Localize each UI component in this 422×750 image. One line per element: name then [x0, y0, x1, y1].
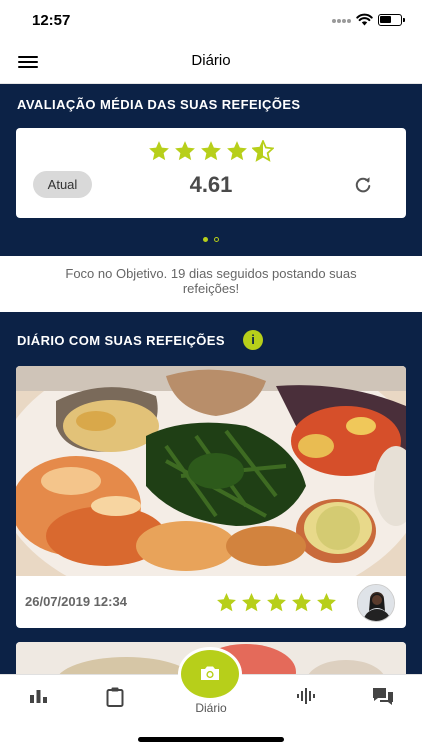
navigation-bar: Diário — [0, 40, 422, 84]
avatar-image — [358, 585, 394, 621]
status-time: 12:57 — [32, 12, 71, 29]
rating-section-title: AVALIAÇÃO MÉDIA DAS SUAS REFEIÇÕES — [17, 97, 301, 112]
streak-message: Foco no Objetivo. 19 dias seguidos posta… — [0, 256, 422, 312]
battery-icon — [378, 14, 405, 26]
status-bar: 12:57 — [0, 0, 422, 40]
cellular-signal-icon — [332, 18, 352, 24]
battery-level — [380, 16, 391, 23]
camera-icon — [201, 666, 219, 680]
star-half-icon — [251, 138, 275, 162]
star-full-icon — [267, 593, 286, 612]
pager-dot[interactable] — [214, 237, 219, 242]
average-rating-section: AVALIAÇÃO MÉDIA DAS SUAS REFEIÇÕES Atual… — [0, 84, 422, 256]
star-full-icon — [149, 141, 169, 161]
pager-dot-active[interactable] — [203, 237, 208, 242]
star-full-icon — [175, 141, 195, 161]
wifi-icon — [356, 13, 373, 26]
star-full-icon — [227, 141, 247, 161]
refresh-icon[interactable] — [354, 176, 372, 194]
star-full-icon — [217, 593, 236, 612]
meal-datetime: 26/07/2019 12:34 — [25, 594, 127, 609]
home-indicator — [138, 737, 284, 742]
average-rating-value: 4.61 — [189, 172, 233, 197]
carousel-pager[interactable] — [0, 237, 422, 242]
tab-label-diario[interactable]: Diário — [0, 701, 422, 715]
meal-card[interactable]: 26/07/2019 12:34 — [16, 366, 406, 628]
meal-diary-section: DIÁRIO COM SUAS REFEIÇÕES i 26/07/2019 1… — [0, 312, 422, 674]
average-rating-card[interactable]: Atual 4.61 — [16, 128, 406, 218]
camera-button[interactable] — [181, 650, 239, 698]
page-title: Diário — [191, 52, 231, 69]
star-full-icon — [242, 593, 261, 612]
meal-rating-stars — [216, 592, 341, 618]
average-stars — [16, 138, 406, 167]
star-full-icon — [317, 593, 336, 612]
star-full-icon — [292, 593, 311, 612]
diary-section-title: DIÁRIO COM SUAS REFEIÇÕES — [17, 333, 225, 348]
avatar[interactable] — [357, 584, 395, 622]
meal-photo — [16, 366, 406, 576]
star-full-icon — [201, 141, 221, 161]
info-icon[interactable]: i — [243, 330, 263, 350]
